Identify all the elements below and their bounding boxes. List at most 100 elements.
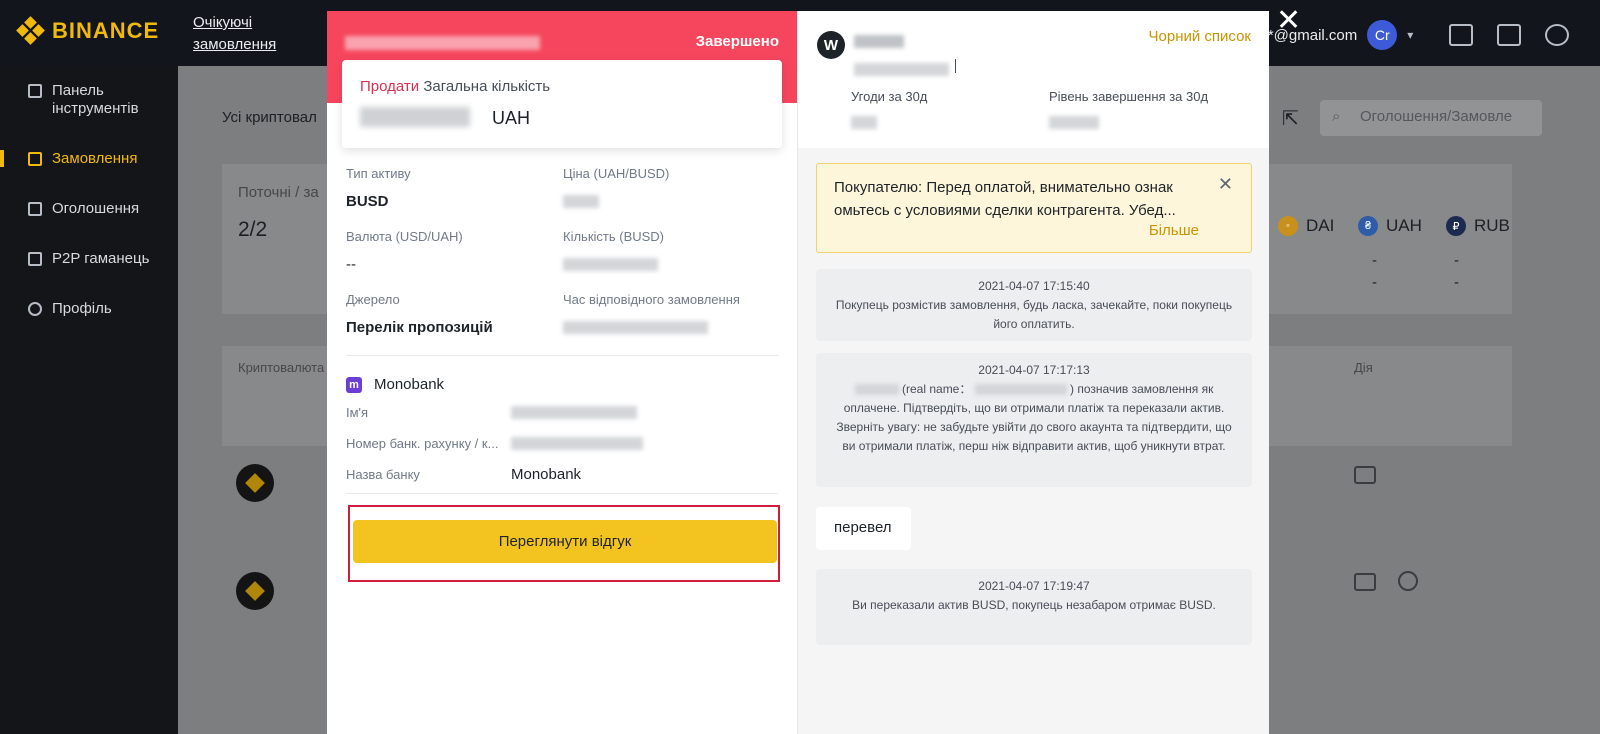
order-id-redacted	[345, 36, 540, 50]
bank-name-value: Monobank	[511, 466, 582, 483]
account-area: **@gmail.com Cr ▾	[1262, 20, 1570, 50]
coin-dai: ◦ DAI	[1278, 216, 1334, 236]
chat-icon[interactable]	[1354, 466, 1376, 484]
current-label: Поточні / за	[238, 184, 319, 201]
busd-coin-icon	[236, 572, 274, 610]
notification-icon[interactable]	[1497, 24, 1522, 46]
brand-name: BINANCE	[52, 18, 160, 43]
order-count: 2/2	[238, 218, 268, 241]
dash: -	[1372, 274, 1377, 291]
system-message: 2021-04-07 17:15:40 Покупець розмістив з…	[816, 269, 1252, 341]
sidebar: Панель інструментів Замовлення Оголошенн…	[0, 66, 178, 734]
crypto-column-header: Криптовалюта	[238, 360, 325, 375]
dash: -	[1372, 252, 1377, 269]
sidebar-item-orders[interactable]: Замовлення	[0, 150, 178, 167]
completion-30d-redacted	[1049, 116, 1099, 129]
completion-30d-label: Рівень завершення за 30д	[1049, 89, 1209, 104]
notice-more-link[interactable]: Більше	[1149, 222, 1199, 239]
order-time-redacted	[563, 321, 708, 334]
binance-logo[interactable]: BINANCE	[16, 16, 160, 45]
user-icon	[28, 302, 42, 316]
chat-panel: W Чорний список Угоди за 30д Рівень заве…	[797, 11, 1269, 734]
wallet-icon	[28, 252, 42, 266]
sidebar-item-label: Панель інструментів	[52, 82, 139, 117]
coin-uah: ₴ UAH	[1358, 216, 1422, 236]
source-value: Перелік пропозицій	[346, 319, 493, 336]
export-icon[interactable]: ⇱	[1282, 106, 1299, 131]
nav-pending-line2: замовлення	[193, 36, 277, 53]
order-details-panel: Завершено Продати Загальна кількість UAH…	[327, 11, 797, 734]
uah-icon: ₴	[1358, 216, 1378, 236]
message-time: 2021-04-07 17:17:13	[978, 363, 1090, 377]
sidebar-item-label: P2P гаманець	[52, 250, 150, 267]
message-time: 2021-04-07 17:15:40	[978, 279, 1090, 293]
counterparty-header: W Чорний список Угоди за 30д Рівень заве…	[798, 11, 1269, 148]
coin-rub: ₽ RUB	[1446, 216, 1510, 236]
system-message: 2021-04-07 17:19:47 Ви переказали актив …	[816, 569, 1252, 645]
message-text: Покупець розмістив замовлення, будь ласк…	[835, 298, 1233, 331]
divider	[955, 59, 956, 73]
total-label-text: Загальна кількість	[423, 78, 551, 95]
rate-label: Валюта (USD/UAH)	[346, 229, 463, 244]
document-icon	[28, 152, 42, 166]
rub-icon: ₽	[1446, 216, 1466, 236]
counterparty-avatar: W	[817, 31, 845, 59]
sidebar-item-dashboard[interactable]: Панель інструментів	[0, 82, 178, 118]
close-notice-icon[interactable]: ✕	[1218, 174, 1233, 195]
bank-name-label: Назва банку	[346, 467, 420, 482]
sidebar-item-profile[interactable]: Профіль	[0, 300, 178, 317]
rate-value: --	[346, 256, 356, 273]
close-icon[interactable]: ✕	[1276, 6, 1301, 36]
appeal-icon[interactable]	[1398, 571, 1418, 591]
dash: -	[1454, 274, 1459, 291]
order-time-label: Час відповідного замовлення	[563, 292, 740, 307]
divider	[346, 355, 778, 356]
blacklist-link[interactable]: Чорний список	[1149, 28, 1251, 45]
download-icon[interactable]	[1449, 24, 1474, 46]
sidebar-item-ads[interactable]: Оголошення	[0, 200, 178, 217]
search-icon: ⌕	[1332, 108, 1341, 125]
name-redacted	[511, 406, 637, 419]
trades-30d-redacted	[851, 116, 877, 129]
asset-type-label: Тип активу	[346, 166, 411, 181]
sidebar-item-wallet[interactable]: P2P гаманець	[0, 250, 178, 267]
binance-logo-icon	[16, 16, 45, 45]
view-review-button[interactable]: Переглянути відгук	[353, 520, 777, 563]
real-name-redacted	[974, 384, 1067, 396]
order-status: Завершено	[695, 33, 779, 50]
account-label: Номер банк. рахунку / к...	[346, 436, 499, 451]
total-amount-card: Продати Загальна кількість UAH	[342, 60, 782, 148]
sell-word: Продати	[360, 78, 420, 95]
system-message: 2021-04-07 17:17:13 (real name： ) познач…	[816, 353, 1252, 487]
message-text: (real name： ) позначив замовлення як опл…	[830, 380, 1238, 456]
message-text: Ви переказали актив BUSD, покупець незаб…	[852, 598, 1216, 612]
amount-redacted	[360, 107, 470, 127]
crypto-filter[interactable]: Усі криптовал	[222, 109, 317, 126]
search-input[interactable]: ⌕ Оголошення/Замовле	[1320, 100, 1542, 136]
coin-label: DAI	[1306, 216, 1335, 235]
chevron-down-icon[interactable]: ▾	[1407, 28, 1413, 42]
price-label: Ціна (UAH/BUSD)	[563, 166, 670, 181]
sidebar-item-label: Оголошення	[52, 200, 140, 217]
globe-icon[interactable]	[1545, 24, 1570, 46]
nav-pending-orders[interactable]: Очікуючі замовлення	[193, 12, 276, 56]
user-avatar[interactable]: Cr	[1367, 20, 1398, 50]
dash: -	[1454, 252, 1459, 269]
message-text-part: (real name：	[902, 382, 972, 396]
asset-type-value: BUSD	[346, 193, 389, 210]
counterparty-info-redacted	[854, 63, 949, 76]
coin-label: UAH	[1386, 216, 1422, 235]
dai-icon: ◦	[1278, 216, 1298, 236]
name-label: Ім'я	[346, 405, 369, 420]
action-column-header: Дія	[1354, 360, 1373, 375]
price-redacted	[563, 195, 599, 208]
chat-icon[interactable]	[1354, 573, 1376, 591]
coin-label: RUB	[1474, 216, 1510, 235]
counterparty-name-redacted[interactable]	[854, 35, 904, 48]
source-label: Джерело	[346, 292, 400, 307]
account-redacted	[511, 437, 643, 450]
monobank-icon: m	[346, 377, 362, 393]
sidebar-item-label: Замовлення	[52, 150, 138, 167]
buyer-notice: Покупателю: Перед оплатой, внимательно о…	[816, 163, 1252, 253]
quantity-redacted	[563, 258, 658, 271]
